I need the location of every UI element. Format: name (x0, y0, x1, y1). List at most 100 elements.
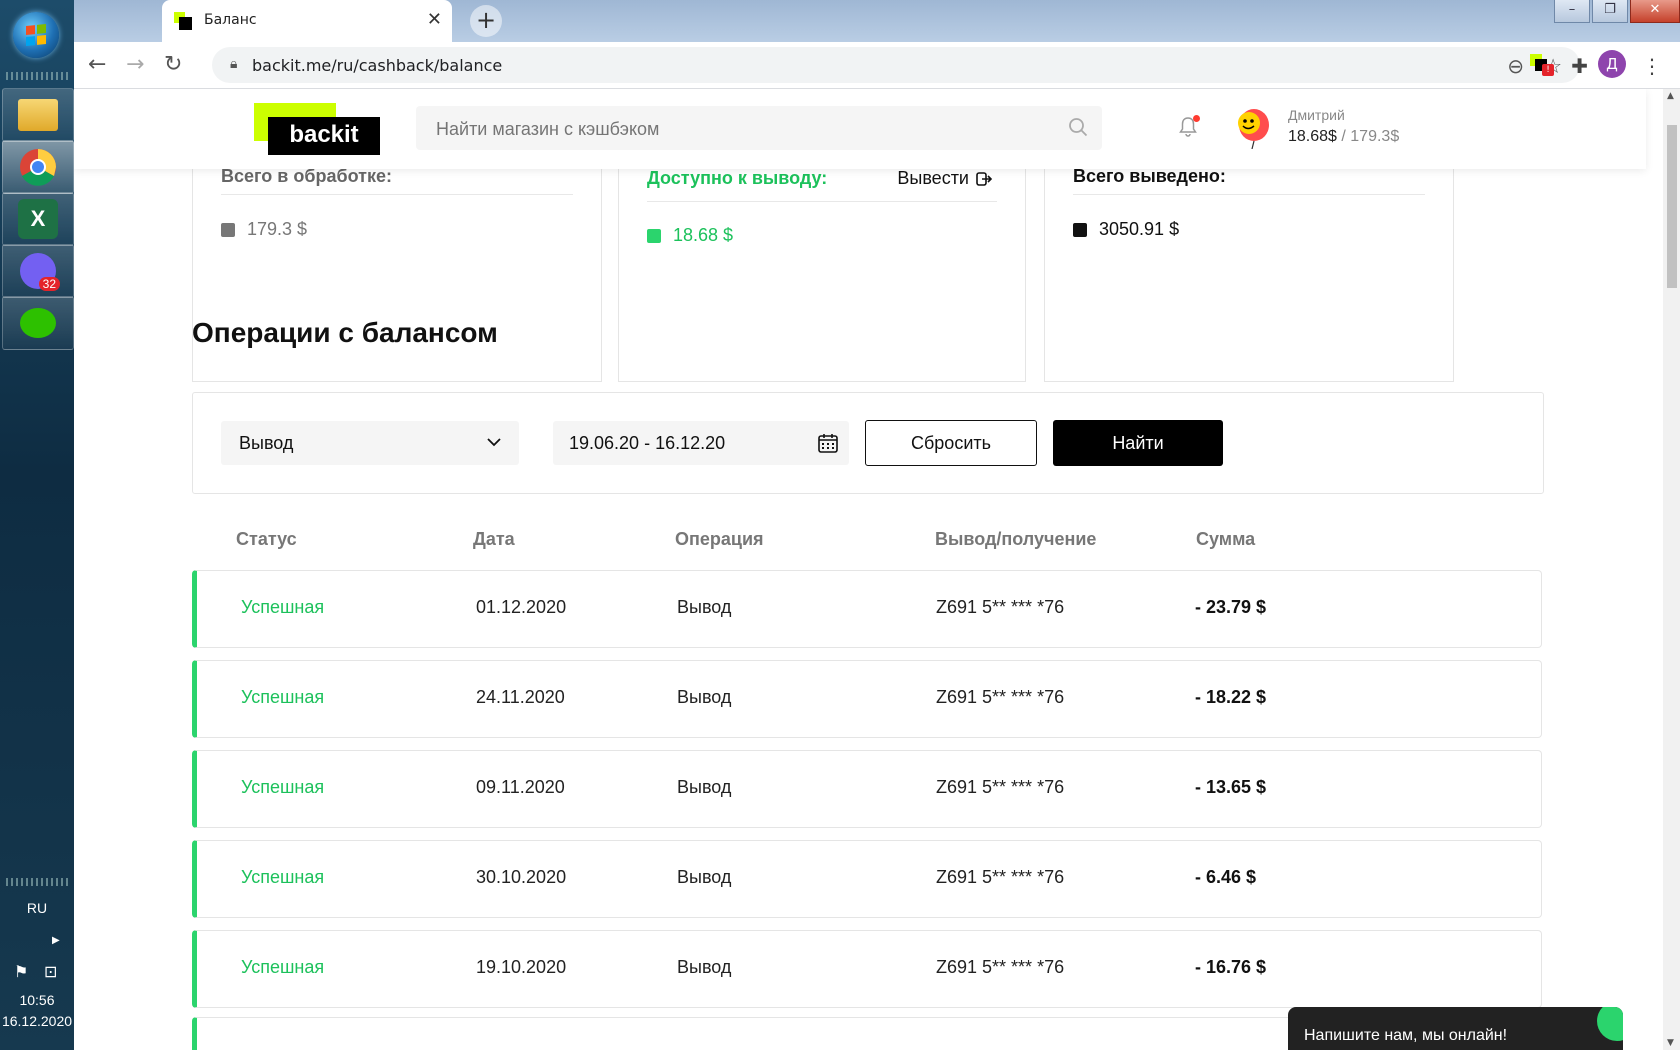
cell-account: Z691 5** *** *76 (936, 597, 1065, 617)
cell-operation: Вывод (677, 777, 732, 797)
taskbar-explorer[interactable] (2, 88, 74, 142)
table-row[interactable]: Успешная 30.10.2020 Вывод Z691 5** *** *76 -… (192, 840, 1542, 918)
operation-type-select[interactable]: Вывод (221, 421, 519, 465)
reset-button[interactable]: Сбросить (865, 420, 1037, 466)
windows-logo-icon (26, 23, 46, 47)
taskbar-wechat[interactable] (2, 296, 74, 350)
browser-toolbar: ← → ↻ 🔒︎ backit.me/ru/cashback/balance ⊖… (74, 42, 1680, 89)
cell-operation: Вывод (677, 597, 732, 617)
calendar-icon (818, 434, 838, 453)
chat-label: Напишите нам, мы онлайн! (1304, 1027, 1508, 1044)
page-viewport: backit Дмитрий 18.68$ / 179.3$ Всего в о… (74, 89, 1663, 1050)
clock[interactable]: 10:56 16.12.2020 (0, 990, 74, 1032)
store-search (416, 106, 1102, 152)
column-header: Операция (675, 529, 764, 549)
url-text: backit.me/ru/cashback/balance (252, 56, 503, 75)
minimize-button[interactable]: – (1554, 0, 1590, 23)
notifications-bell-icon[interactable] (1176, 115, 1200, 139)
balance-separator: / (1336, 128, 1351, 145)
chat-widget[interactable]: Напишите нам, мы онлайн! (1288, 1007, 1623, 1050)
clock-date: 16.12.2020 (1, 1013, 73, 1029)
close-window-button[interactable]: ✕ (1630, 0, 1680, 23)
user-balance: 18.68$ / 179.3$ (1288, 128, 1399, 146)
extensions-puzzle-icon[interactable]: ✚ (1571, 54, 1588, 78)
tab-close-icon[interactable]: ✕ (427, 9, 442, 30)
cell-operation: Вывод (677, 867, 732, 887)
logo-text: backit (268, 117, 380, 155)
chrome-icon (20, 149, 56, 186)
card-processing-title: Всего в обработке: (221, 166, 392, 186)
column-header: Дата (473, 529, 515, 549)
table-row[interactable]: Успешная 09.11.2020 Вывод Z691 5** *** *76 -… (192, 750, 1542, 828)
back-icon[interactable]: ← (88, 52, 106, 77)
cell-status: Успешная (241, 597, 325, 617)
taskbar-viber[interactable]: 32 (2, 244, 74, 298)
taskbar-excel[interactable]: X (2, 192, 74, 246)
start-button[interactable] (13, 12, 59, 58)
withdraw-button[interactable]: Вывести (897, 168, 993, 189)
withdraw-label: Вывести (897, 168, 969, 188)
page-scrollbar[interactable]: ▲ ▼ (1663, 89, 1680, 1050)
divider (1073, 194, 1425, 195)
cell-status: Успешная (241, 777, 325, 797)
table-row[interactable]: Успешная 24.11.2020 Вывод Z691 5** *** *76 -… (192, 660, 1542, 738)
taskbar-chrome[interactable] (2, 140, 74, 194)
excel-icon: X (18, 199, 58, 239)
address-bar[interactable]: 🔒︎ backit.me/ru/cashback/balance ⊖ ☆ (212, 47, 1580, 83)
language-indicator[interactable]: RU (0, 900, 74, 916)
cell-date: 01.12.2020 (476, 597, 567, 617)
forward-icon[interactable]: → (126, 52, 144, 77)
search-input[interactable] (416, 106, 1038, 152)
reload-icon[interactable]: ↻ (164, 52, 182, 77)
search-icon[interactable] (1068, 117, 1088, 137)
gray-square-icon (221, 222, 235, 237)
divider (647, 201, 997, 202)
new-tab-button[interactable]: + (470, 5, 502, 37)
chat-online-icon (1597, 1007, 1623, 1041)
table-row[interactable]: Успешная 19.10.2020 Вывод Z691 5** *** *76 -… (192, 930, 1542, 1008)
tab-balance[interactable]: Баланс ✕ (162, 0, 452, 42)
taskbar-grip (6, 878, 68, 886)
backit-extension-icon[interactable]: ! (1530, 54, 1554, 76)
tray-expand-icon[interactable]: ▶ (52, 935, 60, 946)
lock-icon[interactable]: 🔒︎ (230, 56, 237, 72)
site-header: backit Дмитрий 18.68$ / 179.3$ (74, 89, 1646, 169)
user-avatar[interactable] (1234, 107, 1270, 149)
backit-logo[interactable]: backit (254, 103, 380, 155)
card-available-title: Доступно к выводу: (647, 168, 828, 188)
cell-account: Z691 5** *** *76 (936, 867, 1065, 887)
clock-time: 10:56 (19, 992, 55, 1008)
date-range-picker[interactable]: 19.06.20 - 16.12.20 (553, 421, 849, 465)
scroll-down-icon[interactable]: ▼ (1667, 1038, 1674, 1048)
scroll-thumb[interactable] (1667, 125, 1677, 288)
operations-title: Операции с балансом (192, 317, 498, 348)
user-pending: 179.3$ (1350, 128, 1400, 145)
user-available: 18.68$ (1288, 128, 1337, 145)
black-square-icon (1073, 222, 1087, 237)
table-row[interactable]: Успешная 01.12.2020 Вывод Z691 5** *** *76 -… (192, 570, 1542, 648)
table-header: Статус Дата Операция Вывод/получение Сум… (192, 529, 1542, 559)
scroll-up-icon[interactable]: ▲ (1667, 91, 1674, 101)
cell-date: 19.10.2020 (476, 957, 567, 977)
profile-avatar[interactable]: Д (1598, 50, 1626, 78)
cell-account: Z691 5** *** *76 (936, 687, 1065, 707)
column-header: Сумма (1196, 529, 1256, 549)
card-withdrawn-title: Всего выведено: (1073, 166, 1226, 186)
withdraw-arrow-icon (976, 171, 993, 186)
find-button[interactable]: Найти (1053, 420, 1223, 466)
card-withdrawn: Всего выведено: 3050.91 $ (1044, 149, 1454, 382)
cell-operation: Вывод (677, 687, 732, 707)
action-center-icon[interactable]: ⚑ (14, 962, 28, 981)
cell-sum: - 6.46 $ (1195, 867, 1257, 887)
zoom-icon[interactable]: ⊖ (1507, 54, 1524, 78)
select-value: Вывод (239, 433, 294, 453)
network-icon[interactable]: ⊡ (44, 962, 57, 981)
cell-sum: - 16.76 $ (1195, 957, 1267, 977)
taskbar-grip (6, 72, 68, 80)
user-name: Дмитрий (1288, 107, 1345, 123)
menu-kebab-icon[interactable]: ⋮ (1642, 54, 1662, 78)
cell-date: 24.11.2020 (476, 687, 565, 707)
card-processing-value: 179.3 $ (247, 219, 308, 239)
cell-status: Успешная (241, 957, 325, 977)
maximize-button[interactable]: ❐ (1592, 0, 1628, 23)
